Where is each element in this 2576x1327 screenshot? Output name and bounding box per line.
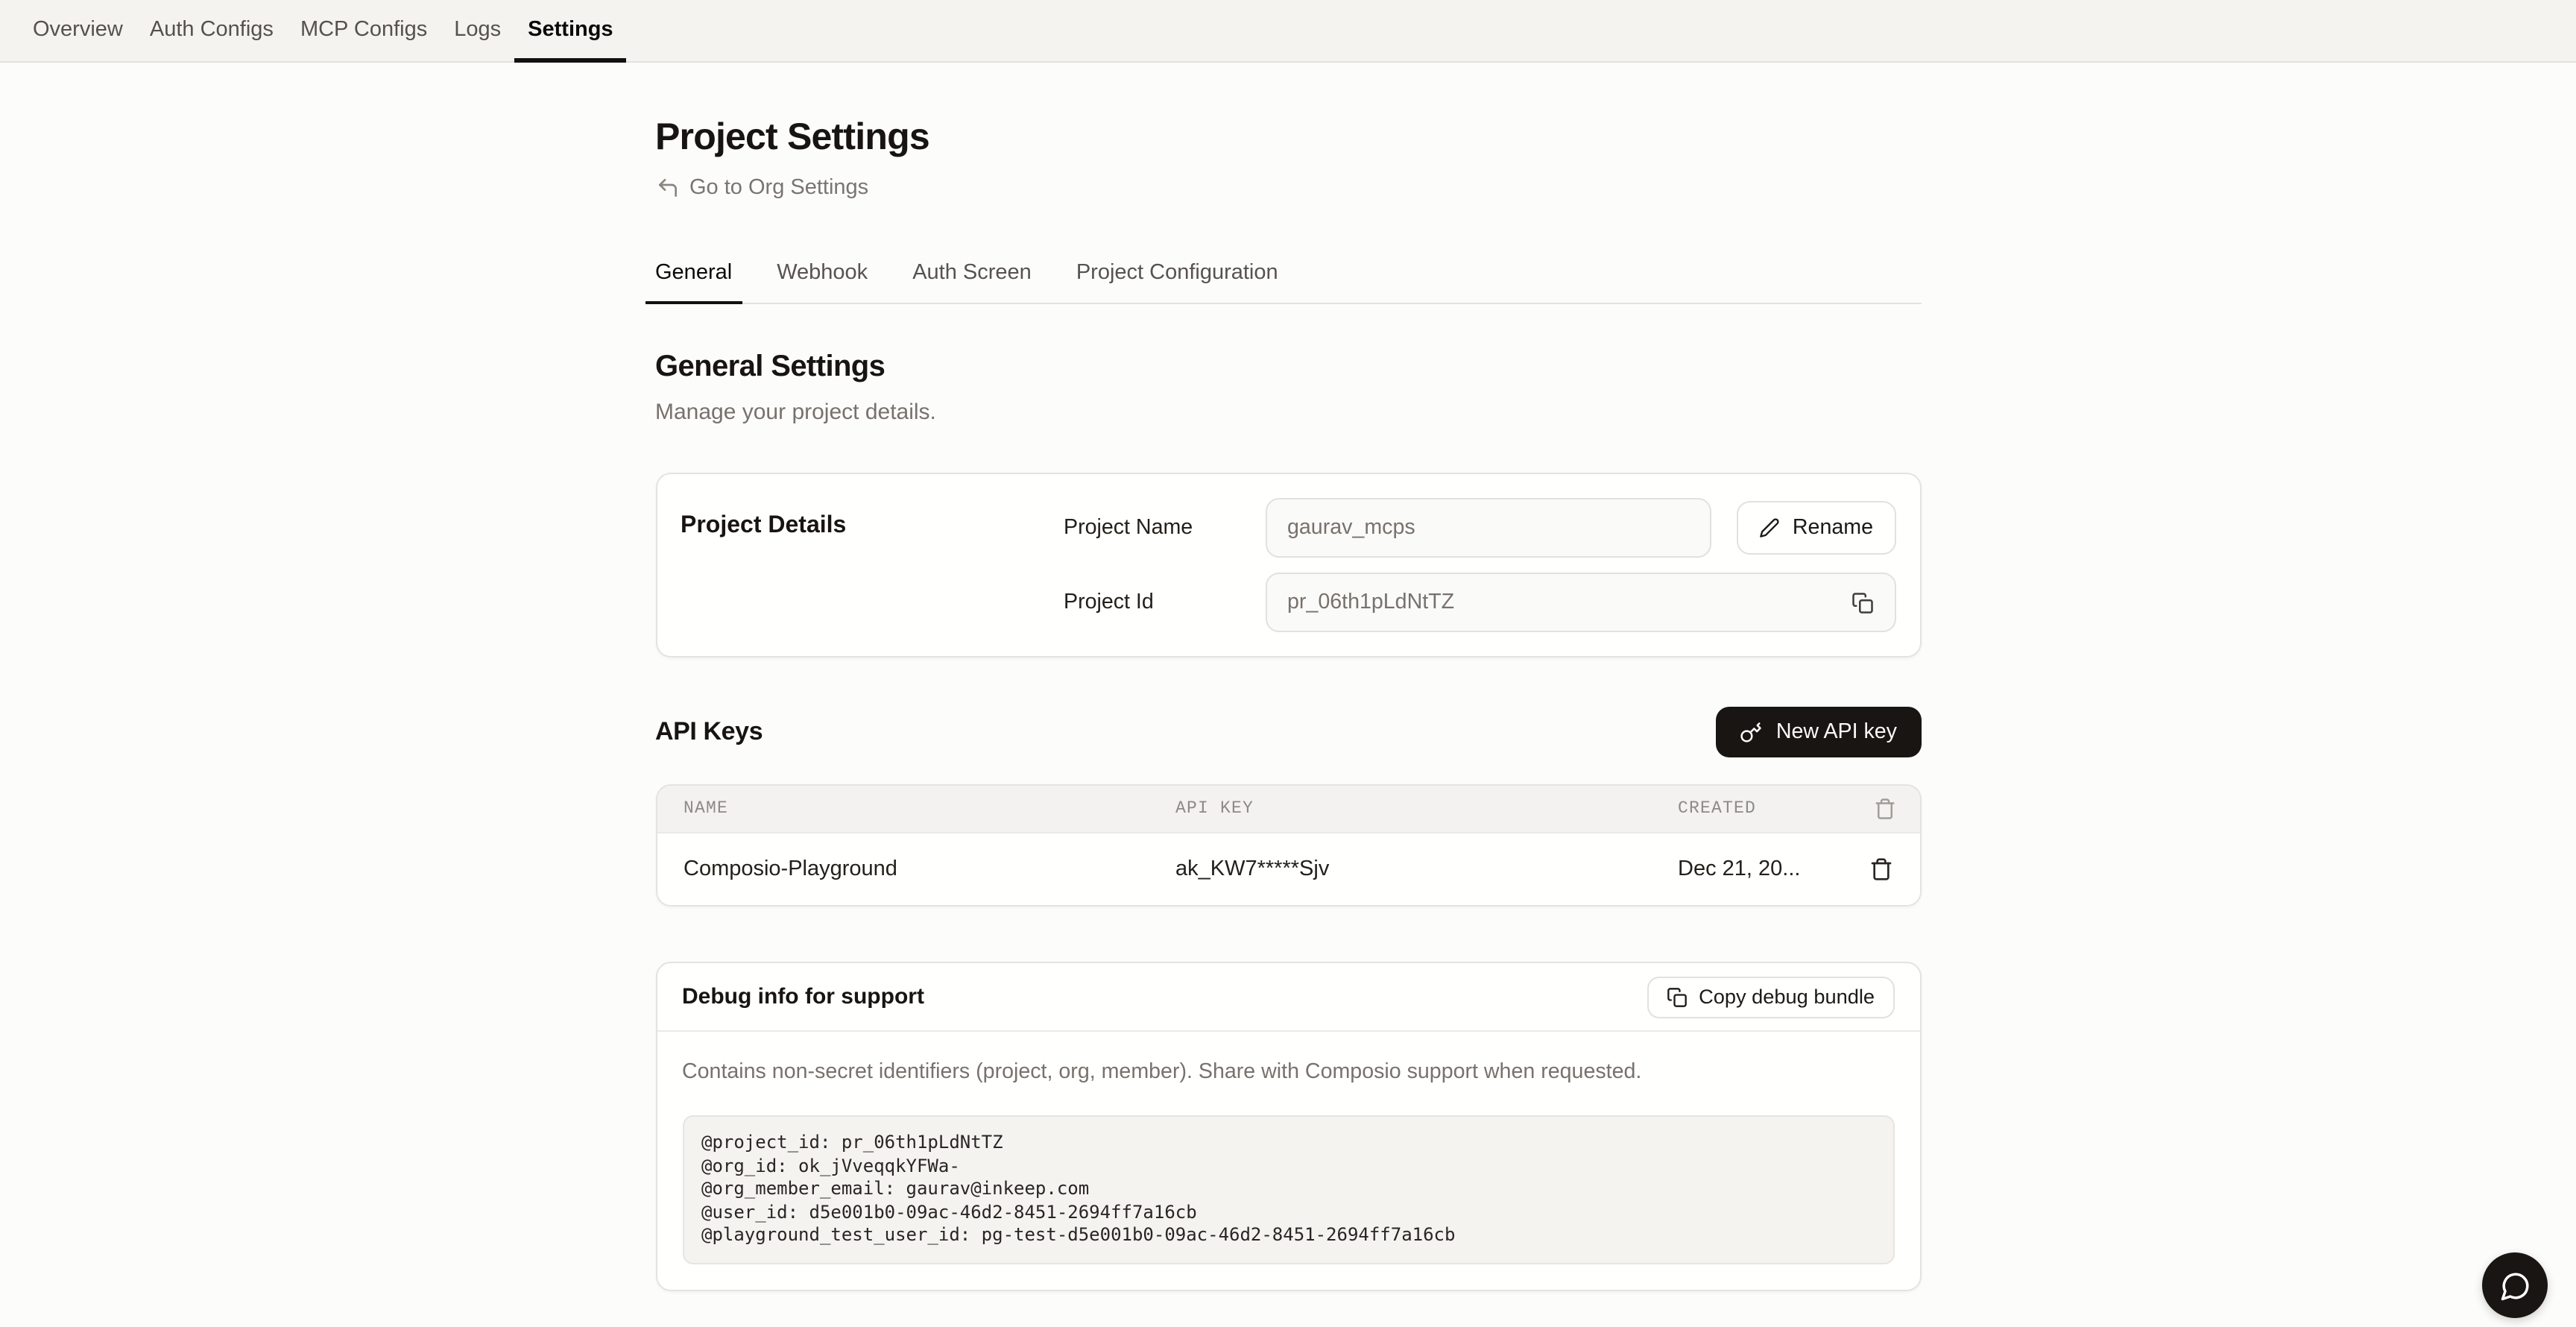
rename-button-label: Rename bbox=[1793, 516, 1873, 540]
debug-code-block: @project_id: pr_06th1pLdNtTZ @org_id: ok… bbox=[682, 1115, 1894, 1264]
code-line: @org_id: ok_jVveqqkYFWa- bbox=[701, 1155, 1875, 1178]
column-api-key: API KEY bbox=[1175, 799, 1678, 819]
code-line: @playground_test_user_id: pg-test-d5e001… bbox=[701, 1224, 1875, 1247]
tab-project-configuration[interactable]: Project Configuration bbox=[1066, 262, 1289, 304]
trash-icon bbox=[1873, 798, 1895, 820]
copy-icon bbox=[1851, 591, 1873, 614]
api-key-table-row: Composio-Playground ak_KW7*****Sjv Dec 2… bbox=[657, 832, 1919, 905]
page-title: Project Settings bbox=[655, 115, 1921, 160]
column-created: CREATED bbox=[1678, 799, 1857, 819]
code-line: @org_member_email: gaurav@inkeep.com bbox=[701, 1178, 1875, 1201]
corner-up-left-icon bbox=[655, 176, 679, 200]
project-details-card: Project Details Project Name Rename bbox=[655, 473, 1921, 658]
project-id-value: pr_06th1pLdNtTZ bbox=[1287, 590, 1454, 614]
new-api-key-button[interactable]: New API key bbox=[1717, 707, 1921, 757]
general-settings-heading: General Settings bbox=[655, 349, 1921, 385]
tab-auth-screen[interactable]: Auth Screen bbox=[902, 262, 1042, 304]
project-details-form: Project Name Rename Project Id bbox=[1064, 498, 1895, 632]
api-keys-header: API Keys New API key bbox=[655, 707, 1921, 757]
nav-item-mcp-configs[interactable]: MCP Configs bbox=[287, 0, 441, 63]
debug-info-description: Contains non-secret identifiers (project… bbox=[682, 1062, 1894, 1084]
project-name-row: Project Name Rename bbox=[1064, 498, 1895, 558]
project-name-label: Project Name bbox=[1064, 516, 1265, 540]
column-name: NAME bbox=[684, 799, 1175, 819]
new-api-key-button-label: New API key bbox=[1776, 720, 1897, 744]
copy-project-id-button[interactable] bbox=[1848, 588, 1876, 617]
project-name-input[interactable] bbox=[1265, 498, 1712, 558]
project-id-label: Project Id bbox=[1064, 590, 1265, 614]
debug-info-header: Debug info for support Copy debug bundle bbox=[657, 963, 1919, 1032]
debug-info-body: Contains non-secret identifiers (project… bbox=[657, 1032, 1919, 1289]
project-id-field: pr_06th1pLdNtTZ bbox=[1265, 573, 1895, 632]
project-id-row: Project Id pr_06th1pLdNtTZ bbox=[1064, 573, 1895, 632]
api-key-created-date: Dec 21, 20... bbox=[1678, 857, 1857, 881]
code-line: @user_id: d5e001b0-09ac-46d2-8451-2694ff… bbox=[701, 1201, 1875, 1224]
nav-item-overview[interactable]: Overview bbox=[19, 0, 136, 63]
api-keys-table: NAME API KEY CREATED Composio-Playground… bbox=[655, 784, 1921, 907]
nav-item-settings[interactable]: Settings bbox=[514, 0, 626, 63]
page-root: Overview Auth Configs MCP Configs Logs S… bbox=[0, 0, 2576, 1327]
message-circle-icon bbox=[2499, 1270, 2531, 1301]
project-details-title: Project Details bbox=[681, 498, 1064, 632]
tab-general[interactable]: General bbox=[645, 262, 742, 304]
copy-icon bbox=[1666, 986, 1687, 1007]
main-content: Project Settings Go to Org Settings Gene… bbox=[0, 63, 2576, 1327]
general-settings-subheading: Manage your project details. bbox=[655, 401, 1921, 423]
api-key-masked-value: ak_KW7*****Sjv bbox=[1175, 857, 1678, 881]
tab-webhook[interactable]: Webhook bbox=[766, 262, 878, 304]
trash-icon bbox=[1869, 857, 1892, 881]
org-settings-link[interactable]: Go to Org Settings bbox=[655, 176, 868, 200]
settings-tabs: General Webhook Auth Screen Project Conf… bbox=[645, 262, 1921, 304]
delete-api-key-button[interactable] bbox=[1866, 854, 1895, 884]
debug-info-card: Debug info for support Copy debug bundle… bbox=[655, 962, 1921, 1290]
copy-debug-bundle-label: Copy debug bundle bbox=[1699, 986, 1875, 1008]
api-key-name: Composio-Playground bbox=[684, 857, 1175, 881]
code-line: @project_id: pr_06th1pLdNtTZ bbox=[701, 1132, 1875, 1155]
org-settings-link-label: Go to Org Settings bbox=[689, 176, 868, 200]
top-nav: Overview Auth Configs MCP Configs Logs S… bbox=[0, 0, 2576, 63]
chat-support-button[interactable] bbox=[2482, 1252, 2548, 1318]
copy-debug-bundle-button[interactable]: Copy debug bundle bbox=[1647, 976, 1894, 1018]
nav-item-logs[interactable]: Logs bbox=[441, 0, 514, 63]
api-keys-table-header: NAME API KEY CREATED bbox=[657, 786, 1919, 832]
pencil-icon bbox=[1760, 517, 1781, 538]
rename-button[interactable]: Rename bbox=[1737, 501, 1895, 555]
nav-item-auth-configs[interactable]: Auth Configs bbox=[136, 0, 287, 63]
api-keys-title: API Keys bbox=[655, 717, 763, 747]
debug-info-title: Debug info for support bbox=[682, 984, 924, 1009]
key-icon bbox=[1740, 721, 1763, 743]
